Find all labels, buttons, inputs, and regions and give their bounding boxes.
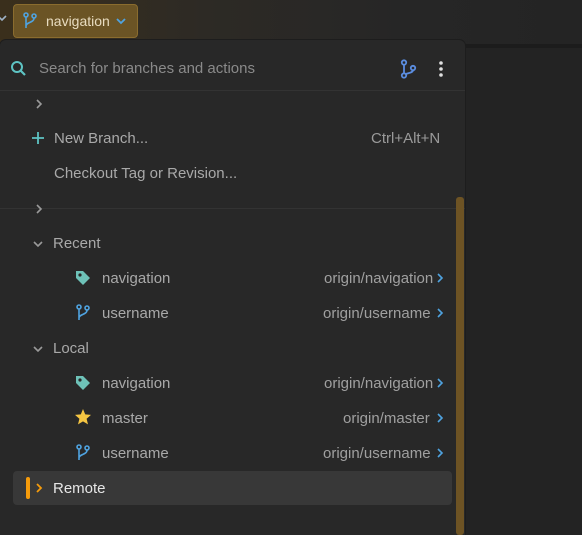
chevron-right-icon [437,378,444,388]
branch-name: master [102,410,148,427]
search-input[interactable]: Search for branches and actions [39,60,255,77]
branch-row[interactable]: username origin/username [0,296,460,331]
remote-branch: origin/master [343,410,430,427]
branch-row[interactable]: master origin/master [0,401,460,436]
new-branch-action[interactable]: New Branch... Ctrl+Alt+N [0,121,460,156]
collapsed-group-row[interactable] [0,191,460,226]
branch-row[interactable]: navigation origin/navigation [0,261,460,296]
group-label: Local [53,340,89,357]
collapsed-group-row[interactable] [0,86,460,121]
group-header-remote[interactable]: Remote [13,471,452,505]
group-label: Remote [53,480,106,497]
chevron-right-icon [36,204,43,214]
branch-icon [76,304,90,320]
chevron-right-icon [36,483,43,493]
branch-name: navigation [102,375,171,392]
branch-name: navigation [102,270,171,287]
branch-row[interactable]: navigation origin/navigation [0,366,460,401]
current-branch-label: navigation [46,13,110,29]
group-label: Recent [53,235,101,252]
branch-icon [23,12,37,28]
remote-branch: origin/username [323,305,431,322]
chevron-down-icon [33,241,43,248]
chevron-right-icon [437,273,444,283]
chevron-down-icon [116,18,126,25]
search-bar: Search for branches and actions [0,50,465,88]
more-options-icon[interactable] [434,59,448,79]
tag-icon [76,271,90,285]
checkout-label: Checkout Tag or Revision... [54,165,238,182]
tag-icon [76,376,90,390]
plus-icon [32,132,44,144]
divider [465,44,582,48]
chevron-down-icon [33,346,43,353]
branch-action-icon[interactable] [400,59,418,79]
chevron-right-icon [437,308,444,318]
branch-name: username [102,445,169,462]
checkout-tag-action[interactable]: Checkout Tag or Revision... [0,156,460,191]
branches-popup: Search for branches and actions New Bran… [0,40,465,535]
branch-row[interactable]: username origin/username [0,436,460,471]
branch-icon [76,444,90,460]
branch-widget[interactable]: navigation [13,4,138,38]
branch-name: username [102,305,169,322]
remote-branch: origin/username [323,445,431,462]
star-icon [75,409,91,425]
new-branch-label: New Branch... [54,130,149,147]
chevron-down-icon[interactable] [0,13,7,23]
chevron-right-icon [36,99,43,109]
search-icon [11,61,26,76]
scrollbar-thumb[interactable] [456,197,464,535]
remote-branch: origin/navigation [324,270,434,287]
chevron-right-icon [437,413,444,423]
group-header-local[interactable]: Local [0,331,460,366]
chevron-right-icon [437,448,444,458]
shortcut-label: Ctrl+Alt+N [371,130,441,147]
selection-marker [26,477,30,499]
editor-area [465,44,582,535]
remote-branch: origin/navigation [324,375,434,392]
top-toolbar: navigation [0,0,582,44]
group-header-recent[interactable]: Recent [0,226,460,261]
